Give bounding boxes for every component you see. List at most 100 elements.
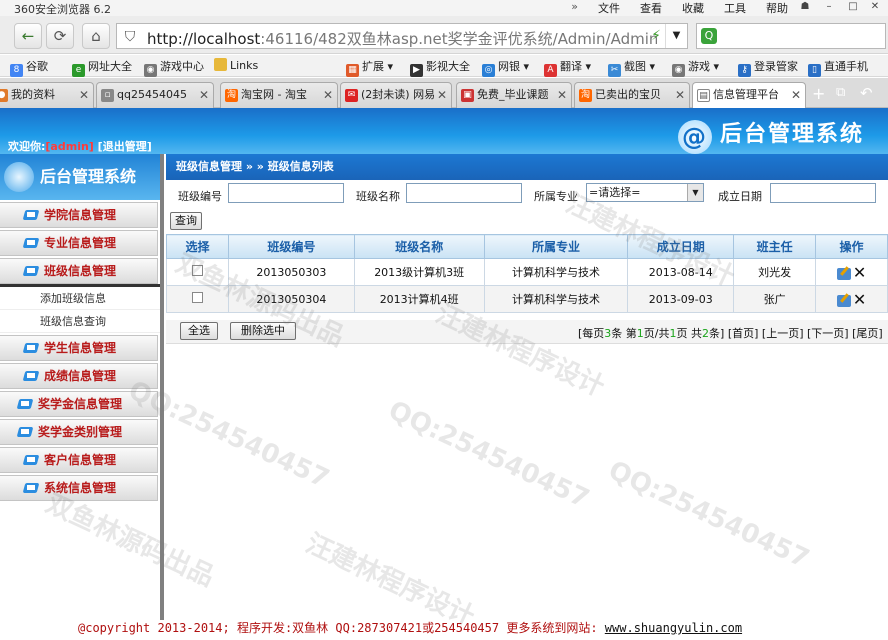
address-text[interactable]: http://localhost:46116/482双鱼林asp.net奖学金评… [147,28,657,49]
tab-close-icon[interactable]: ✕ [791,83,801,107]
video-icon: ▶ [410,64,423,77]
tab-my-profile[interactable]: ●我的资料✕ [0,82,94,108]
browser-title: 360安全浏览器 6.2 [14,3,111,16]
footer-site-link[interactable]: www.shuangyulin.com [605,621,742,635]
maximize-icon[interactable]: □ [842,0,864,14]
tab-close-icon[interactable]: ✕ [675,83,685,107]
search-input[interactable]: Q [696,23,886,49]
fav-hao[interactable]: e 网址大全 [72,58,132,77]
mail-icon: ✉ [345,89,358,102]
class-name-input[interactable] [406,183,522,203]
tab-info-platform[interactable]: ▤ 信息管理平台 ✕ [692,82,806,109]
row-checkbox[interactable] [191,265,203,276]
select-all-button[interactable]: 全选 [180,322,218,340]
menu-overflow-icon[interactable]: » [571,0,578,16]
edit-icon[interactable] [836,267,851,280]
delete-selected-button[interactable]: 删除选中 [230,322,296,340]
major-cell: 计算机科学与技术 [483,258,629,286]
tab-favicon-icon: ▫ [101,89,114,102]
card-icon [24,341,40,355]
google-icon: 8 [10,64,23,77]
next-page-link[interactable]: [下一页] [807,327,849,340]
tab-netease-mail[interactable]: ✉ (2封未读) 网易 ✕ [340,82,452,108]
class-table: 选择 班级编号 班级名称 所属专业 成立日期 班主任 操作 2013050303… [166,234,888,313]
card-icon [24,453,40,467]
address-dropdown-icon[interactable]: ▼ [665,24,687,48]
fav-login-manager[interactable]: ⚷ 登录管家 [738,58,798,77]
submenu-query-class[interactable]: 班级信息查询 [0,310,160,333]
major-select[interactable]: =请选择= ▼ [586,183,704,202]
query-button[interactable]: 查询 [170,212,202,230]
logout-link[interactable]: [退出管理] [98,140,152,153]
class-no-label: 班级编号 [178,190,222,203]
prev-page-link[interactable]: [上一页] [762,327,804,340]
sidebar-item-scholarship-type[interactable]: 奖学金类别管理 [0,419,158,445]
taobao-icon: 淘 [225,89,238,102]
row-checkbox[interactable] [191,292,203,303]
back-button[interactable]: ← [14,23,42,49]
teacher-cell: 刘光发 [733,258,817,286]
page-icon: ▤ [697,89,710,102]
refresh-button[interactable]: ⟳ [46,23,74,49]
address-bar[interactable]: ⛉ http://localhost:46116/482双鱼林asp.net奖学… [116,23,688,49]
skin-icon[interactable]: ☗ [794,0,816,14]
fav-extensions[interactable]: ▦ 扩展 ▾ [346,58,393,77]
class-no-input[interactable] [228,183,344,203]
tab-graduation[interactable]: ▣ 免费_毕业课题 ✕ [456,82,572,108]
fav-google[interactable]: 8 谷歌 [10,58,48,77]
edit-icon[interactable] [836,294,851,307]
tab-taobao[interactable]: 淘淘宝网 - 淘宝 ✕ [220,82,338,108]
chevron-down-icon[interactable]: ▼ [687,184,703,201]
fav-games[interactable]: ◉ 游戏中心 [144,58,204,77]
sidebar-item-class[interactable]: 班级信息管理 [0,258,158,284]
sidebar-item-student[interactable]: 学生信息管理 [0,335,158,361]
taobao-icon: 淘 [579,89,592,102]
fav-phone[interactable]: ▯ 直通手机 [808,58,868,77]
tab-qq[interactable]: ▫ qq25454045 ✕ [96,82,214,108]
admin-user: [admin] [45,140,94,153]
class-name-cell: 2013计算机4班 [353,285,485,313]
tab-close-icon[interactable]: ✕ [199,83,209,107]
fav-translate[interactable]: A 翻译 ▾ [544,58,591,77]
menu-favorites[interactable]: 收藏 [682,0,704,16]
sidebar-item-scholarship[interactable]: 奖学金信息管理 [0,391,158,417]
first-page-link[interactable]: [首页] [728,327,759,340]
fav-links[interactable]: Links [214,58,258,72]
sidebar-item-score[interactable]: 成绩信息管理 [0,363,158,389]
date-input[interactable] [770,183,876,203]
speed-mode-icon[interactable]: ⚡ [651,28,661,44]
last-page-link[interactable]: [尾页] [852,327,883,340]
fav-screenshot[interactable]: ✂ 截图 ▾ [608,58,655,77]
sidebar-item-college[interactable]: 学院信息管理 [0,202,158,228]
menu-tools[interactable]: 工具 [724,0,746,16]
tab-sold-items[interactable]: 淘已卖出的宝贝 ✕ [574,82,690,108]
minimize-icon[interactable]: – [818,0,840,14]
menu-file[interactable]: 文件 [598,0,620,16]
search-engine-icon[interactable]: Q [701,28,717,44]
delete-icon[interactable]: ✕ [853,290,866,309]
menu-view[interactable]: 查看 [640,0,662,16]
tab-close-icon[interactable]: ✕ [323,83,333,107]
undo-close-icon[interactable]: ↶ [860,84,873,102]
delete-icon[interactable]: ✕ [853,263,866,282]
tab-close-icon[interactable]: ✕ [557,83,567,107]
restore-tab-icon[interactable]: ⧉ [836,85,845,100]
new-tab-icon[interactable]: + [812,84,825,103]
card-icon [18,425,34,439]
folder-icon [214,58,227,71]
sidebar-splitter[interactable] [160,154,164,620]
fav-video[interactable]: ▶ 影视大全 [410,58,470,77]
home-button[interactable]: ⌂ [82,23,110,49]
close-window-icon[interactable]: ✕ [864,0,886,14]
tab-close-icon[interactable]: ✕ [79,83,89,107]
date-cell: 2013-08-14 [627,258,735,286]
sidebar-item-system[interactable]: 系统信息管理 [0,475,158,501]
sidebar-item-major[interactable]: 专业信息管理 [0,230,158,256]
fav-bank[interactable]: ◎ 网银 ▾ [482,58,529,77]
security-shield-icon[interactable]: ⛉ [121,28,139,46]
fav-game[interactable]: ◉ 游戏 ▾ [672,58,719,77]
submenu-add-class[interactable]: 添加班级信息 [0,287,160,310]
sidebar-item-customer[interactable]: 客户信息管理 [0,447,158,473]
tab-close-icon[interactable]: ✕ [437,83,447,107]
menu-help[interactable]: 帮助 [766,0,788,16]
